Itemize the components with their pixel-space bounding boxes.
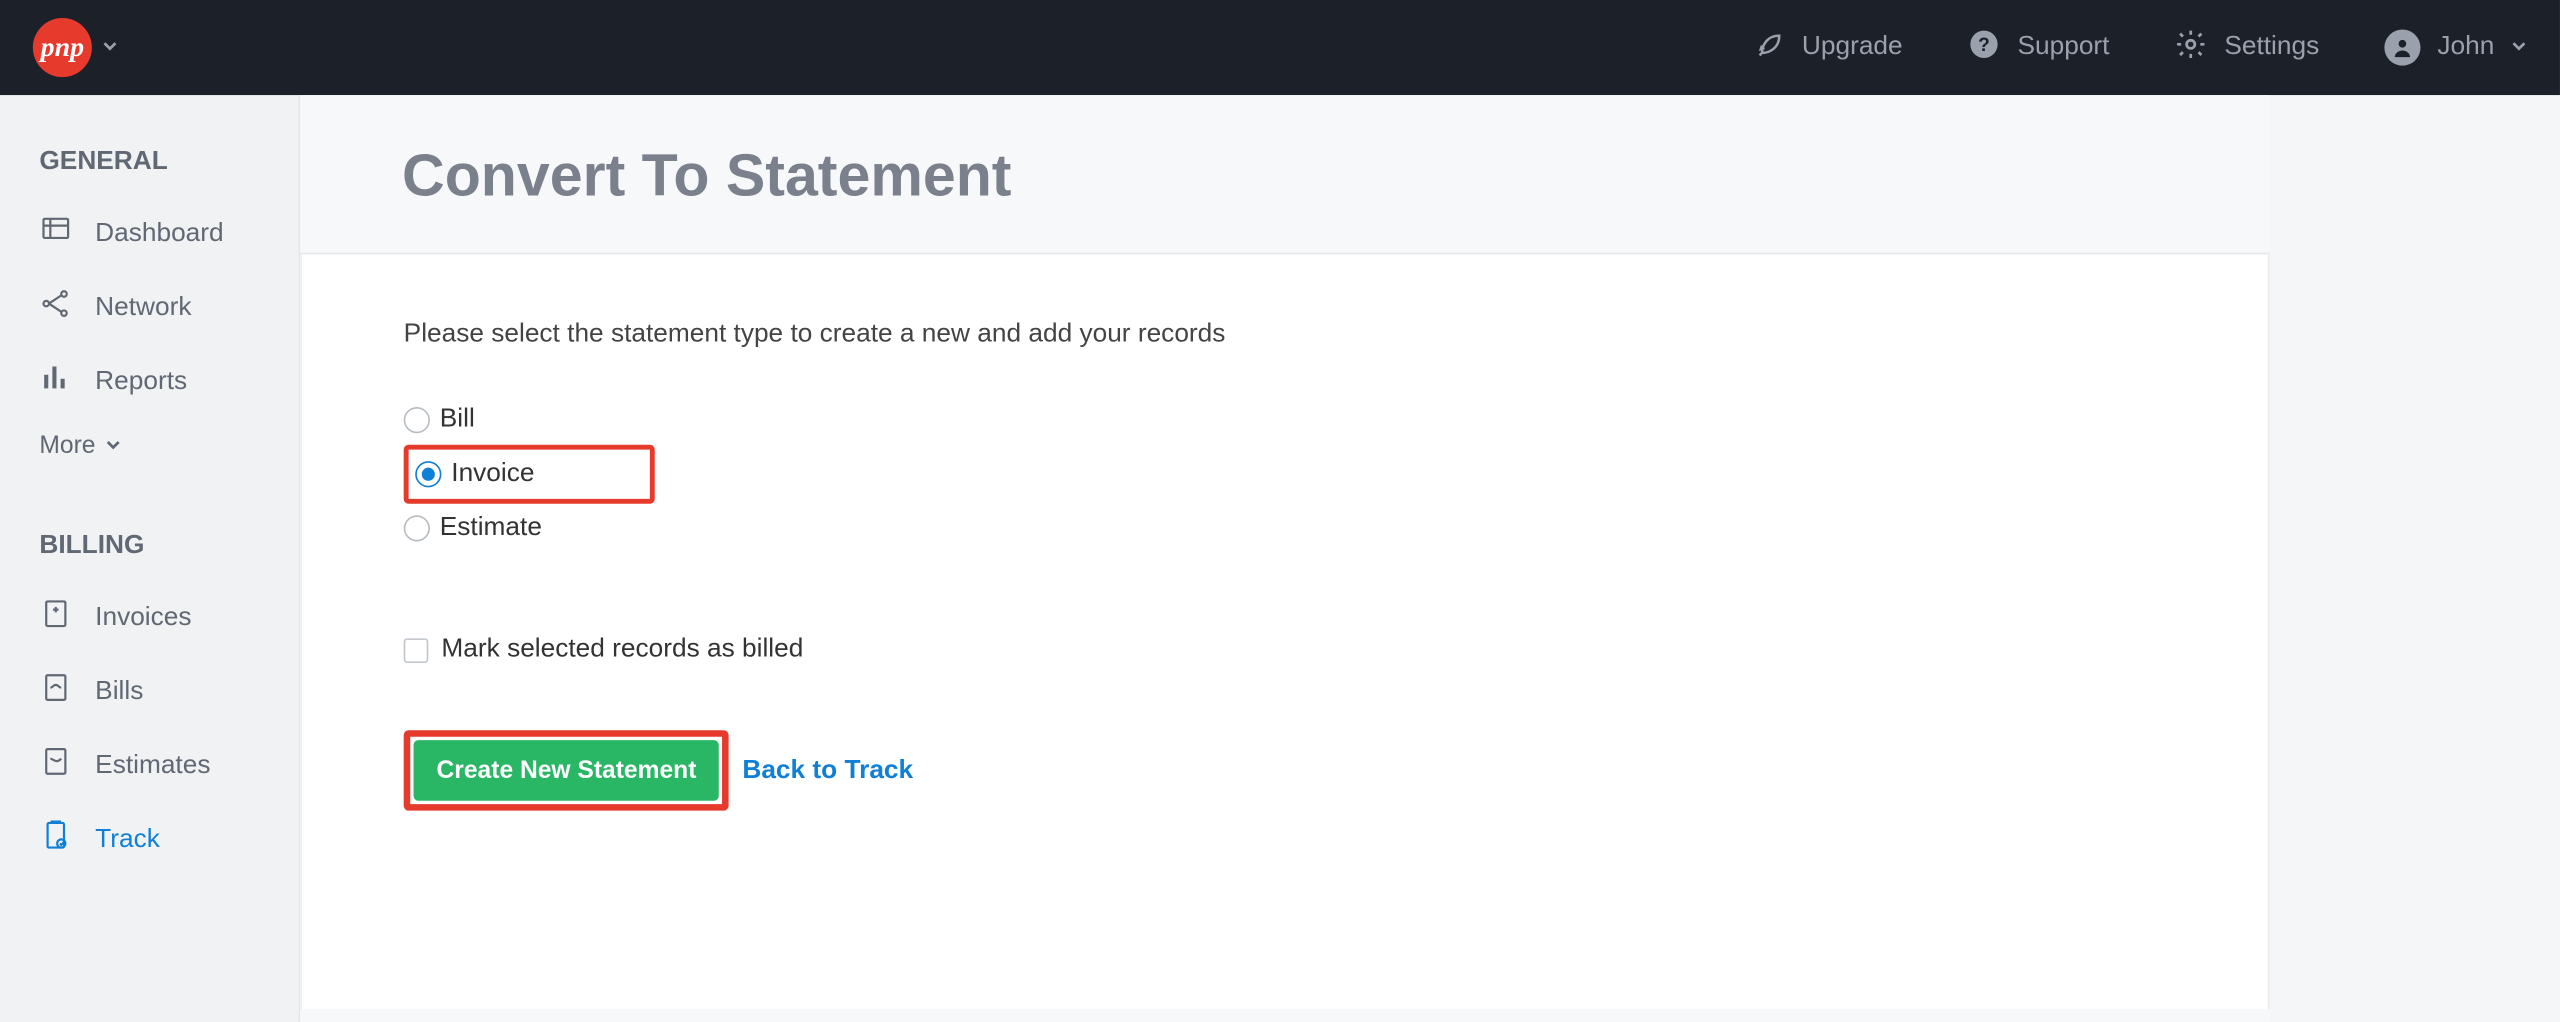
chevron-down-icon	[102, 36, 118, 59]
chevron-down-icon	[105, 432, 121, 460]
page-header: Convert To Statement	[300, 95, 2269, 254]
radio-label: Invoice	[451, 459, 534, 489]
sidebar-item-reports[interactable]: Reports	[0, 345, 299, 419]
upgrade-label: Upgrade	[1802, 33, 1903, 63]
sidebar-section-billing: BILLING	[0, 515, 299, 581]
mark-billed-checkbox[interactable]: Mark selected records as billed	[404, 635, 2166, 665]
checkbox-icon	[404, 638, 429, 663]
bill-icon	[39, 671, 72, 712]
sidebar-item-label: Estimates	[95, 751, 210, 781]
svg-text:?: ?	[1979, 34, 1991, 55]
network-icon	[39, 287, 72, 328]
radio-label: Estimate	[440, 514, 542, 544]
radio-icon	[404, 407, 430, 433]
back-to-track-link[interactable]: Back to Track	[742, 756, 913, 786]
content: Convert To Statement Please select the s…	[300, 95, 2269, 1022]
sidebar-item-bills[interactable]: Bills	[0, 655, 299, 729]
sidebar-item-label: Track	[95, 825, 160, 855]
sidebar-item-track[interactable]: Track	[0, 802, 299, 876]
invoice-icon	[39, 597, 72, 638]
logo[interactable]: pnp	[33, 18, 118, 77]
more-label: More	[39, 432, 95, 460]
sidebar-item-network[interactable]: Network	[0, 271, 299, 345]
track-icon	[39, 819, 72, 860]
radio-bill[interactable]: Bill	[404, 395, 2166, 444]
user-name: John	[2437, 33, 2494, 63]
reports-icon	[39, 361, 72, 402]
sidebar: GENERAL Dashboard Network Reports More	[0, 95, 300, 1022]
upgrade-link[interactable]: Upgrade	[1756, 29, 1903, 67]
intro-text: Please select the statement type to crea…	[404, 320, 2166, 350]
user-menu[interactable]: John	[2385, 30, 2527, 66]
support-label: Support	[2018, 33, 2110, 63]
logo-badge: pnp	[33, 18, 92, 77]
radio-icon	[404, 515, 430, 541]
sidebar-item-invoices[interactable]: Invoices	[0, 581, 299, 655]
topbar: pnp Upgrade ? Support Settings John	[0, 0, 2560, 95]
sidebar-item-label: Bills	[95, 677, 143, 707]
dashboard-icon	[39, 213, 72, 254]
sidebar-item-label: Invoices	[95, 603, 191, 633]
estimate-icon	[39, 745, 72, 786]
chevron-down-icon	[2511, 33, 2527, 63]
radio-estimate[interactable]: Estimate	[404, 504, 2166, 553]
highlight-create-button: Create New Statement	[404, 730, 730, 810]
sidebar-item-label: Dashboard	[95, 219, 223, 249]
checkbox-label: Mark selected records as billed	[441, 635, 803, 665]
sidebar-item-dashboard[interactable]: Dashboard	[0, 197, 299, 271]
highlight-invoice: Invoice	[404, 445, 655, 504]
sidebar-more[interactable]: More	[0, 418, 299, 469]
user-avatar-icon	[2385, 30, 2421, 66]
gear-icon	[2175, 27, 2208, 68]
sidebar-item-label: Network	[95, 293, 191, 323]
rocket-icon	[1756, 29, 1786, 67]
create-statement-button[interactable]: Create New Statement	[414, 740, 720, 801]
question-icon: ?	[1968, 27, 2001, 68]
radio-label: Bill	[440, 405, 475, 435]
sidebar-section-general: GENERAL	[0, 131, 299, 197]
page-title: Convert To Statement	[402, 141, 2168, 210]
radio-icon	[415, 461, 441, 487]
sidebar-item-estimates[interactable]: Estimates	[0, 729, 299, 803]
settings-link[interactable]: Settings	[2175, 27, 2319, 68]
radio-invoice[interactable]: Invoice	[415, 459, 534, 489]
sidebar-item-label: Reports	[95, 367, 187, 397]
settings-label: Settings	[2224, 33, 2319, 63]
support-link[interactable]: ? Support	[1968, 27, 2109, 68]
